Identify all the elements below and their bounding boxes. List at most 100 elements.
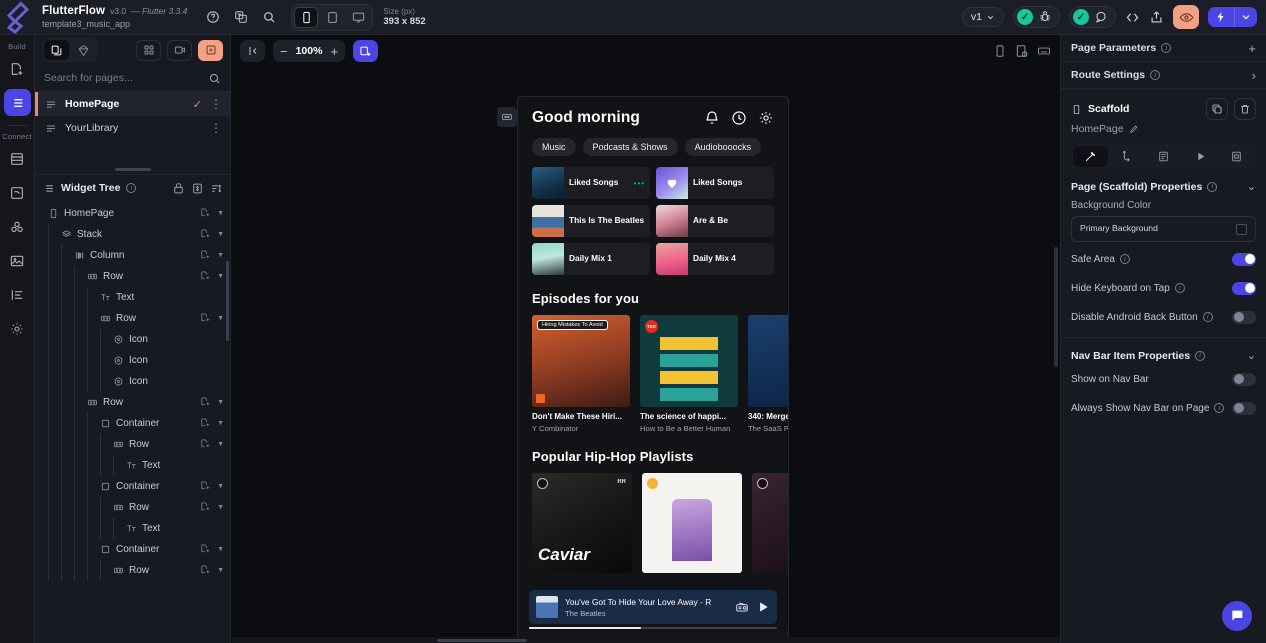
tree-node-icon[interactable]: Icon <box>35 371 230 392</box>
tree-node-container[interactable]: Container▼ <box>35 539 230 560</box>
nav-bar-properties-header[interactable]: Nav Bar Item Properties i ⌄ <box>1061 338 1266 362</box>
cassette-icon[interactable] <box>497 107 517 127</box>
add-child-icon[interactable] <box>200 415 211 433</box>
add-child-icon[interactable] <box>200 394 211 412</box>
canvas-stage[interactable]: Good morning Music Podcasts & Shows Audi… <box>231 67 1060 643</box>
add-child-icon[interactable] <box>200 478 211 496</box>
chevron-down-icon[interactable]: ▼ <box>217 567 224 574</box>
flutterflow-logo[interactable] <box>0 0 36 35</box>
actions-tab[interactable] <box>1110 146 1145 167</box>
playlist-card[interactable]: RR Caviar <box>532 473 632 573</box>
playlists-carousel[interactable]: RR Caviar X <box>518 464 788 573</box>
plus-icon[interactable]: + <box>1248 42 1256 55</box>
quick-tile[interactable]: Liked Songs ••• <box>532 167 650 199</box>
chevron-down-icon[interactable]: ▼ <box>217 441 224 448</box>
sidebar-item-storage[interactable] <box>4 179 31 206</box>
add-child-icon[interactable] <box>200 562 211 580</box>
add-child-icon[interactable] <box>200 310 211 328</box>
preview-scroll[interactable]: Good morning Music Podcasts & Shows Audi… <box>518 97 788 643</box>
episodes-carousel[interactable]: Hiring Mistakes To Avoid Don't Make Thes… <box>518 306 788 433</box>
add-child-icon[interactable] <box>200 541 211 559</box>
background-color-picker[interactable]: Primary Background <box>1071 216 1256 242</box>
quick-tile[interactable]: This Is The Beatles <box>532 205 650 237</box>
episode-card[interactable]: Hiring Mistakes To Avoid Don't Make Thes… <box>532 315 630 433</box>
sidebar-item-api[interactable] <box>4 213 31 240</box>
play-icon[interactable] <box>756 600 770 614</box>
state-tab[interactable] <box>1219 146 1254 167</box>
chevron-down-icon[interactable]: ▼ <box>217 231 224 238</box>
add-child-icon[interactable] <box>200 436 211 454</box>
episode-card[interactable]: 340: Merge The SaaS P SaaS, Start <box>748 315 788 433</box>
eye-preview-icon[interactable] <box>1173 5 1199 29</box>
info-icon[interactable]: i <box>1214 403 1224 413</box>
sidebar-item-media[interactable] <box>4 247 31 274</box>
properties-tab[interactable] <box>1073 146 1108 167</box>
canvas-vertical-scrollbar[interactable] <box>1054 247 1058 367</box>
add-child-icon[interactable] <box>200 499 211 517</box>
chevron-down-icon[interactable]: ▼ <box>217 483 224 490</box>
chevron-down-icon[interactable]: ▼ <box>217 504 224 511</box>
debug-status-pill[interactable]: ✓ <box>1013 6 1060 28</box>
info-icon[interactable]: i <box>1161 43 1171 53</box>
zoom-out-button[interactable]: − <box>280 45 288 58</box>
page-overflow-menu[interactable]: ⋮ <box>210 122 222 134</box>
playlist-card[interactable]: X <box>752 473 788 573</box>
tree-node-icon[interactable]: Icon <box>35 350 230 371</box>
tree-node-homepage[interactable]: HomePage▼ <box>35 203 230 224</box>
chevron-down-icon[interactable]: ▼ <box>217 546 224 553</box>
bell-icon[interactable] <box>704 110 720 126</box>
external-link-icon[interactable] <box>1149 10 1164 25</box>
search-icon[interactable] <box>208 72 221 85</box>
chevron-down-icon[interactable]: ▼ <box>217 273 224 280</box>
info-icon[interactable]: i <box>1207 182 1217 192</box>
help-circle-icon[interactable] <box>205 9 221 25</box>
test-status-pill[interactable]: ✓ <box>1069 6 1116 28</box>
toggle-hide-keyboard[interactable]: Hide Keyboard on Tap i <box>1061 276 1266 300</box>
chevron-down-icon[interactable]: ▼ <box>217 315 224 322</box>
tree-node-text[interactable]: Text <box>35 287 230 308</box>
phone-device-icon[interactable] <box>294 7 318 28</box>
safe-area-switch[interactable] <box>1232 253 1256 266</box>
toggle-always-show-nav-bar[interactable]: Always Show Nav Bar on Page i <box>1061 396 1266 420</box>
chevron-down-icon[interactable]: ⌄ <box>1247 180 1256 193</box>
code-brackets-icon[interactable] <box>1125 10 1140 25</box>
quick-tile[interactable]: Daily Mix 1 <box>532 243 650 275</box>
tablet-device-icon[interactable] <box>320 7 344 28</box>
version-selector[interactable]: v1 <box>962 7 1004 27</box>
toggle-safe-area[interactable]: Safe Area i <box>1061 247 1266 271</box>
widget-tree[interactable]: HomePage▼Stack▼Column▼Row▼TextRow▼IconIc… <box>35 201 230 643</box>
expand-vertical-icon[interactable] <box>191 182 204 195</box>
pages-tab[interactable] <box>44 40 69 60</box>
tree-node-text[interactable]: Text <box>35 518 230 539</box>
hide-keyboard-switch[interactable] <box>1232 282 1256 295</box>
chevron-down-icon[interactable]: ▼ <box>217 420 224 427</box>
show-on-nav-bar-switch[interactable] <box>1232 373 1256 386</box>
tree-node-row[interactable]: Row▼ <box>35 434 230 455</box>
drag-handle-icon[interactable] <box>45 98 57 110</box>
sidebar-item-new-page[interactable] <box>4 55 31 82</box>
grid-view-button[interactable] <box>136 40 161 61</box>
pencil-icon[interactable] <box>1129 124 1139 134</box>
folder-view-button[interactable] <box>167 40 192 61</box>
info-icon[interactable]: i <box>1203 312 1213 322</box>
cast-icon[interactable] <box>735 600 749 614</box>
page-parameters-row[interactable]: Page Parameters i + <box>1061 35 1266 61</box>
info-icon[interactable]: i <box>1175 283 1185 293</box>
chevron-right-icon[interactable]: › <box>1252 69 1256 82</box>
tree-node-row[interactable]: Row▼ <box>35 560 230 581</box>
quick-tile[interactable]: Liked Songs <box>656 167 774 199</box>
add-page-button[interactable] <box>198 40 223 61</box>
tree-node-container[interactable]: Container▼ <box>35 476 230 497</box>
add-child-icon[interactable] <box>200 247 211 265</box>
sidebar-item-theme[interactable] <box>4 281 31 308</box>
search-icon[interactable] <box>261 9 277 25</box>
gear-icon[interactable] <box>758 110 774 126</box>
collapse-left-icon[interactable] <box>240 40 265 62</box>
device-preview[interactable]: Good morning Music Podcasts & Shows Audi… <box>518 97 788 643</box>
mini-player[interactable]: You've Got To Hide Your Love Away - R Th… <box>529 590 777 624</box>
always-show-nav-bar-switch[interactable] <box>1232 402 1256 415</box>
animations-tab[interactable] <box>1183 146 1218 167</box>
playlist-card[interactable] <box>642 473 742 573</box>
lock-icon[interactable] <box>172 182 185 195</box>
panel-resize-grip[interactable] <box>115 168 151 171</box>
